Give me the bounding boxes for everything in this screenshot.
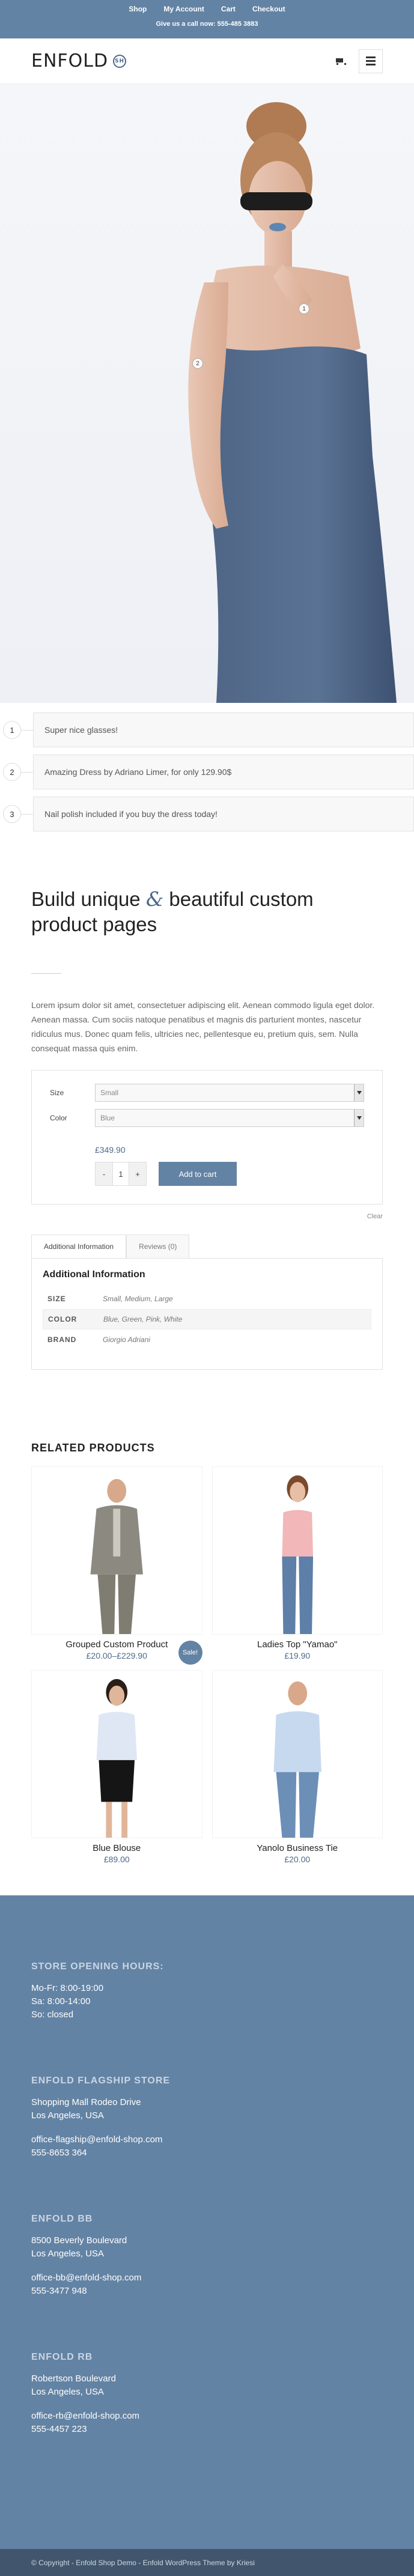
tab-reviews[interactable]: Reviews (0): [126, 1235, 190, 1258]
product-card[interactable]: Blue Blouse £89.00: [31, 1670, 202, 1864]
product-card[interactable]: Grouped Custom Product £20.00–£229.90 Sa…: [31, 1466, 202, 1665]
product-price: £20.00–£229.90: [86, 1651, 147, 1660]
product-description: Lorem ipsum dolor sit amet, consectetuer…: [31, 1000, 375, 1053]
product-image[interactable]: [212, 1466, 383, 1635]
color-label: Color: [50, 1114, 67, 1122]
related-products: RELATED PRODUCTS Grouped Custom Product …: [0, 1370, 414, 1864]
footer-opening-hours: STORE OPENING HOURS: Mo-Fr: 8:00-19:00 S…: [31, 1961, 164, 2020]
product-price: £20.00: [284, 1855, 311, 1864]
product-tabs: Additional Information Reviews (0) Addit…: [31, 1235, 383, 1370]
clear-link[interactable]: Clear: [31, 1213, 383, 1220]
copyright-bar: © Copyright - Enfold Shop Demo - Enfold …: [0, 2549, 414, 2576]
site-header: ENFOLD SH: [0, 38, 414, 84]
footer-store-bb: ENFOLD BB 8500 Beverly Boulevard Los Ang…: [31, 2214, 383, 2298]
cart-icon[interactable]: [335, 57, 346, 65]
product-image[interactable]: [31, 1466, 202, 1635]
note-text: Amazing Dress by Adriano Limer, for only…: [33, 755, 414, 789]
note-text: Super nice glasses!: [33, 712, 414, 747]
attribute-row: SIZE Small, Medium, Large: [47, 1295, 173, 1303]
top-menu-my-account[interactable]: My Account: [155, 5, 213, 13]
footer-store-rb: ENFOLD RB Robertson Boulevard Los Angele…: [31, 2352, 383, 2436]
note-item: 1 Super nice glasses!: [0, 712, 414, 747]
email-link[interactable]: office-bb@enfold-shop.com: [31, 2271, 383, 2285]
page-title: Build unique & beautiful custom product …: [31, 887, 314, 935]
qty-plus-button[interactable]: +: [129, 1162, 146, 1185]
color-select[interactable]: Blue: [95, 1109, 364, 1127]
top-menu-cart[interactable]: Cart: [213, 5, 244, 13]
divider: [31, 973, 61, 974]
product-image[interactable]: [212, 1670, 383, 1838]
qty-input[interactable]: 1: [112, 1162, 129, 1185]
chevron-down-icon: [354, 1110, 364, 1126]
size-label: Size: [50, 1089, 64, 1097]
note-item: 3 Nail polish included if you buy the dr…: [0, 797, 414, 831]
chevron-down-icon: [354, 1084, 364, 1101]
email-link[interactable]: office-flagship@enfold-shop.com: [31, 2133, 383, 2146]
product-intro: Build unique & beautiful custom product …: [0, 839, 414, 1056]
variation-form: Size Small Color Blue £349.90 - 1 + Add …: [31, 1070, 383, 1204]
sale-badge: Sale!: [178, 1641, 202, 1665]
product-name[interactable]: Ladies Top "Yamao": [212, 1639, 383, 1650]
quantity-stepper: - 1 +: [95, 1162, 147, 1186]
site-logo[interactable]: ENFOLD SH: [31, 50, 127, 71]
top-menu-shop[interactable]: Shop: [120, 5, 155, 13]
hotspot-notes: 1 Super nice glasses! 2 Amazing Dress by…: [0, 703, 414, 831]
phone-callout: Give us a call now: 555-485 3883: [156, 20, 258, 28]
note-number: 3: [3, 805, 21, 823]
product-card[interactable]: Yanolo Business Tie £20.00: [212, 1670, 383, 1864]
note-item: 2 Amazing Dress by Adriano Limer, for on…: [0, 755, 414, 789]
menu-button[interactable]: [359, 49, 383, 73]
tab-additional-information[interactable]: Additional Information: [31, 1235, 127, 1258]
email-link[interactable]: office-rb@enfold-shop.com: [31, 2410, 383, 2423]
top-menu: Shop My Account Cart Checkout: [0, 0, 414, 13]
tab-panel: Additional Information SIZE Small, Mediu…: [31, 1258, 383, 1370]
add-to-cart-button[interactable]: Add to cart: [159, 1162, 237, 1186]
note-number: 2: [3, 763, 21, 781]
related-heading: RELATED PRODUCTS: [31, 1442, 155, 1454]
qty-minus-button[interactable]: -: [96, 1162, 112, 1185]
hamburger-icon: [366, 56, 376, 58]
product-price: £349.90: [95, 1145, 126, 1155]
product-card[interactable]: Ladies Top "Yamao" £19.90: [212, 1466, 383, 1660]
footer-flagship-store: ENFOLD FLAGSHIP STORE Shopping Mall Rode…: [31, 2076, 383, 2160]
hotspot-2[interactable]: 2: [192, 358, 203, 369]
logo-badge: SH: [113, 54, 127, 68]
product-name[interactable]: Blue Blouse: [31, 1843, 202, 1853]
note-number: 1: [3, 721, 21, 739]
logo-text: ENFOLD: [31, 50, 109, 71]
hero-image: 1 2: [0, 84, 414, 703]
tab-heading: Additional Information: [43, 1269, 145, 1280]
header-icons: [335, 49, 383, 73]
product-image[interactable]: [31, 1670, 202, 1838]
top-menu-checkout[interactable]: Checkout: [244, 5, 294, 13]
hotspot-1[interactable]: 1: [299, 303, 309, 314]
top-bar: Shop My Account Cart Checkout Give us a …: [0, 0, 414, 38]
attribute-row: BRAND Giorgio Adriani: [47, 1335, 150, 1344]
attribute-row: COLOR Blue, Green, Pink, White: [43, 1309, 371, 1329]
site-footer: STORE OPENING HOURS: Mo-Fr: 8:00-19:00 S…: [0, 1895, 414, 2549]
size-select[interactable]: Small: [95, 1084, 364, 1102]
model-illustration: [188, 102, 397, 703]
product-price: £19.90: [284, 1651, 311, 1660]
product-price: £89.00: [103, 1855, 130, 1864]
product-name[interactable]: Grouped Custom Product: [31, 1639, 202, 1650]
note-text: Nail polish included if you buy the dres…: [33, 797, 414, 831]
product-name[interactable]: Yanolo Business Tie: [212, 1843, 383, 1853]
